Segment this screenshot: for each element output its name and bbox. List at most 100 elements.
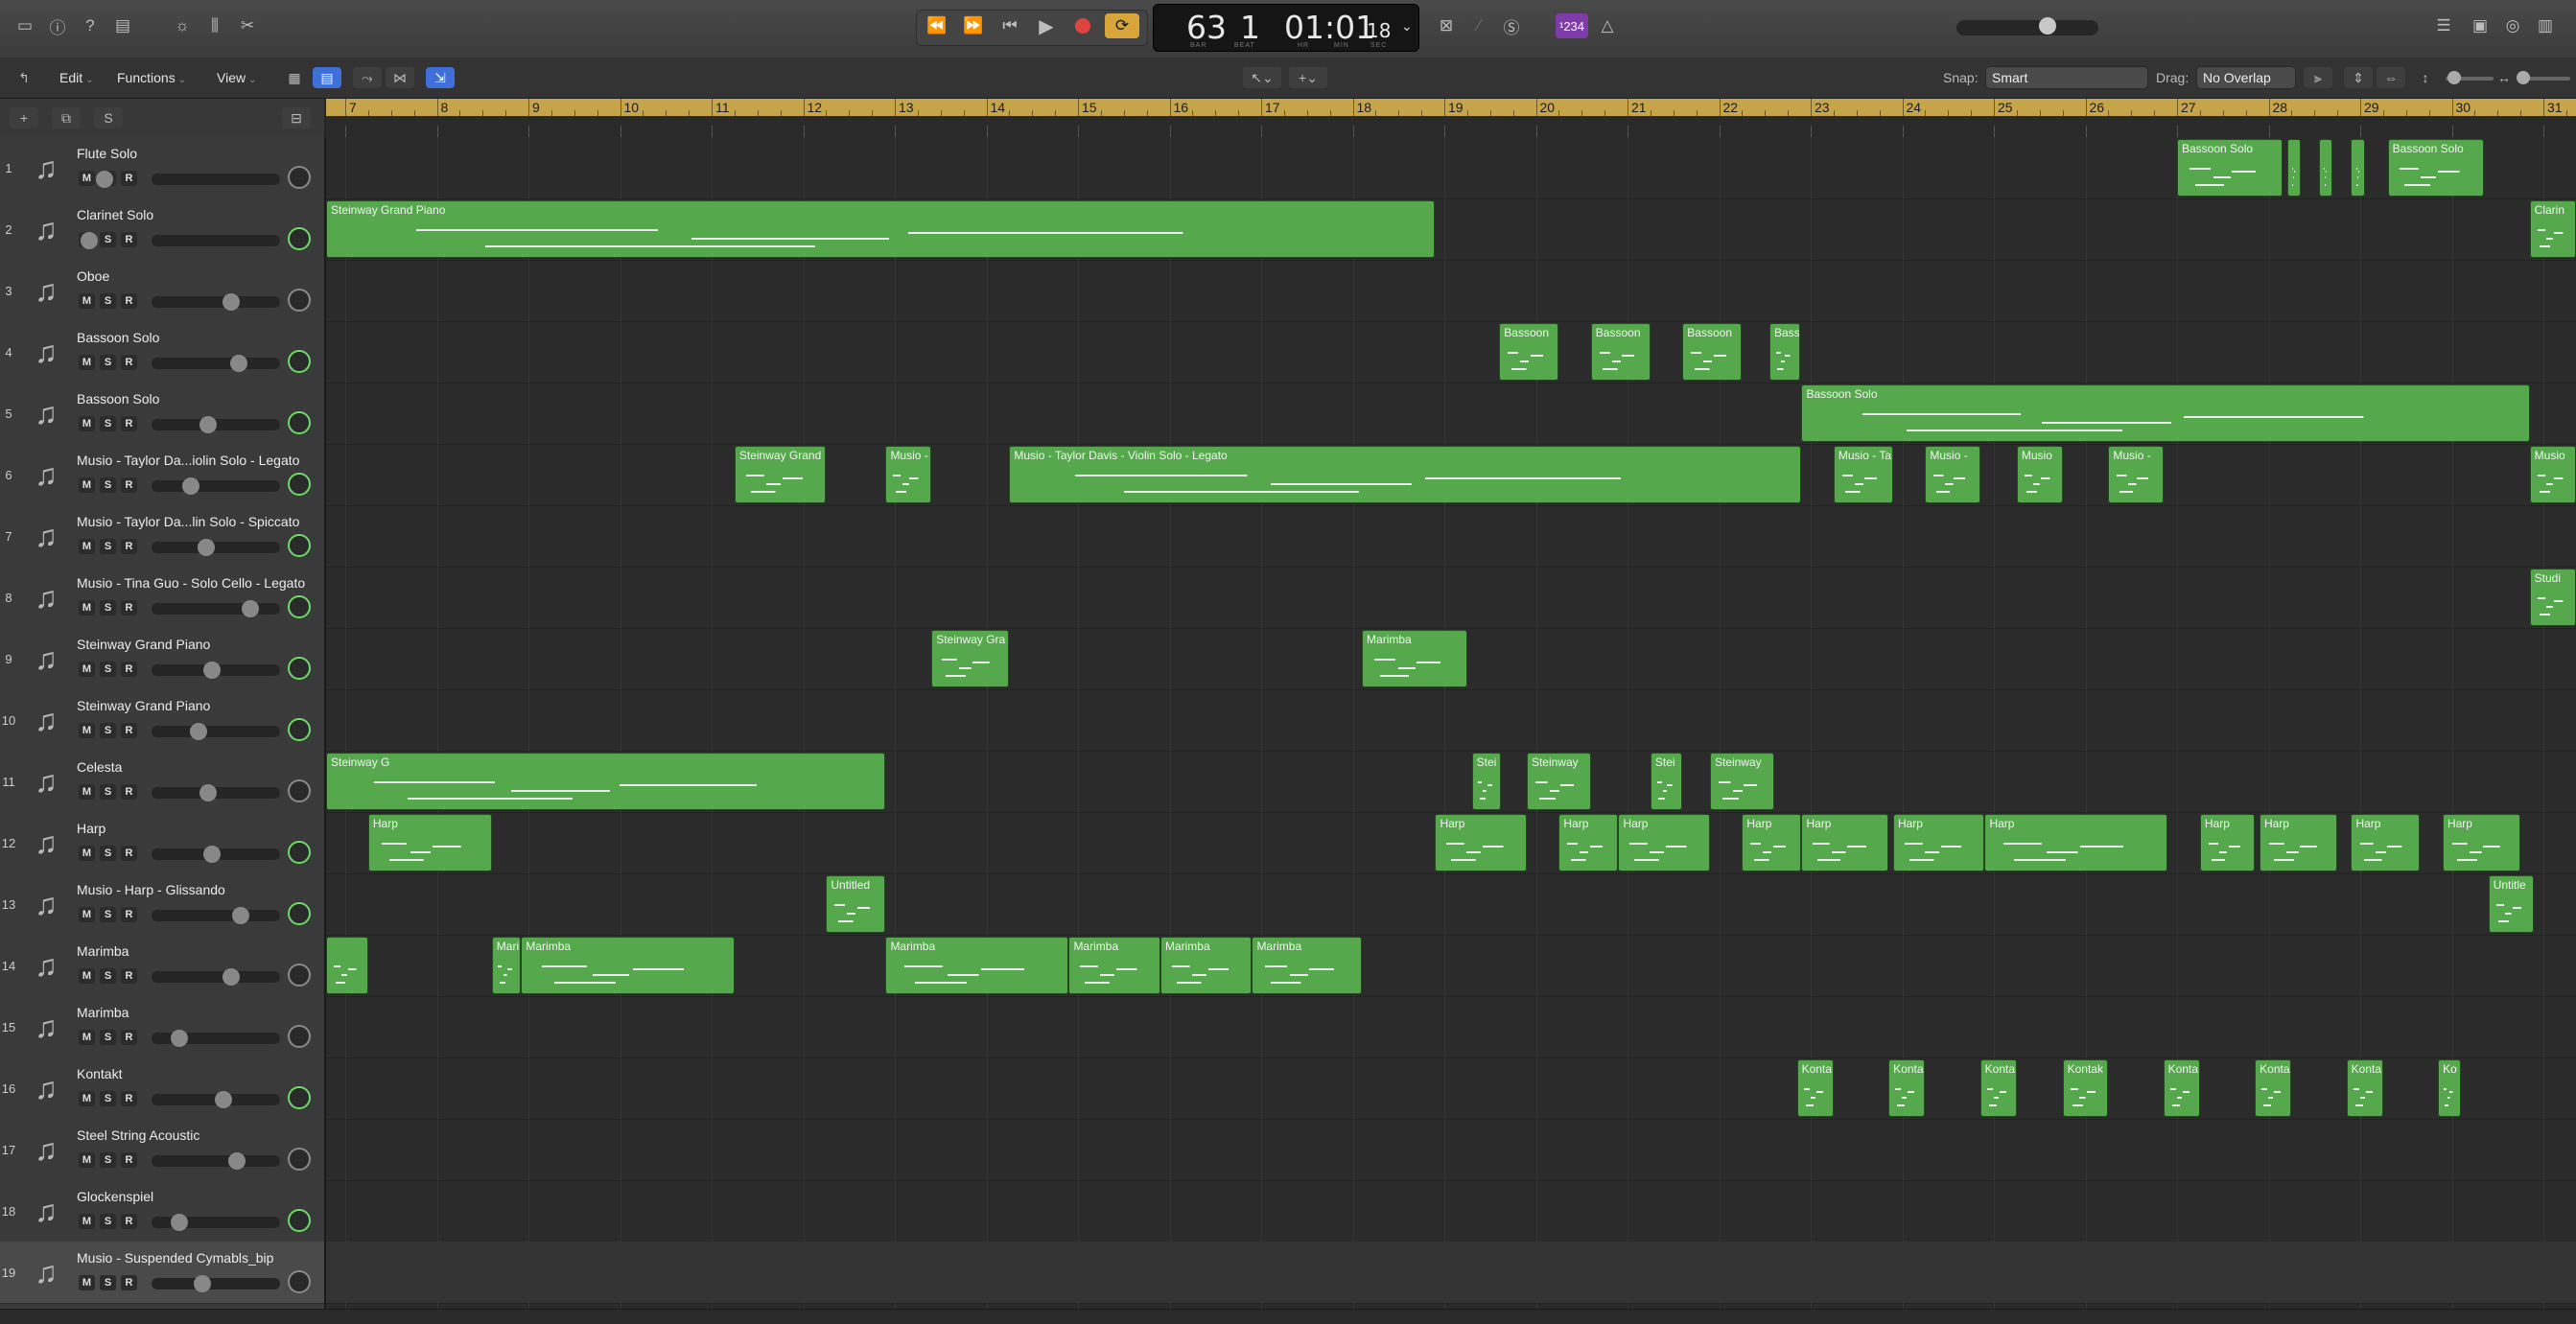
flex-icon[interactable]: ⋈: [386, 67, 414, 88]
solo-button[interactable]: S: [100, 477, 116, 493]
bar-ruler[interactable]: 7 8 9 10 11 12 13 14 15 16 17 18 19 20 21 22 23 24 25 26 27 2…: [326, 99, 2576, 117]
volume-knob[interactable]: [171, 1214, 188, 1231]
record-button[interactable]: [1066, 13, 1099, 38]
volume-knob[interactable]: [222, 293, 240, 311]
mute-button[interactable]: M: [79, 416, 95, 431]
pan-knob[interactable]: [288, 902, 311, 925]
record-enable-button[interactable]: R: [121, 600, 137, 616]
midi-region[interactable]: Konta: [2255, 1059, 2292, 1117]
lcd-chevron-down-icon[interactable]: ⌄: [1401, 18, 1413, 35]
mixer-icon[interactable]: ⫼: [201, 13, 228, 38]
list-editors-icon[interactable]: ☰: [2430, 13, 2457, 38]
midi-region[interactable]: Kontak: [2062, 1059, 2109, 1117]
midi-region[interactable]: [2351, 139, 2365, 197]
track-header[interactable]: 14 ♫ Marimba M S R: [0, 935, 324, 997]
volume-slider[interactable]: [152, 296, 280, 308]
volume-knob[interactable]: [222, 968, 240, 986]
solo-button[interactable]: S: [100, 539, 116, 554]
track-header[interactable]: 1 ♫ Flute Solo M S R: [0, 137, 324, 199]
midi-region[interactable]: Steinway G: [326, 753, 886, 810]
mute-button[interactable]: M: [79, 477, 95, 493]
midi-region[interactable]: Marimba: [521, 937, 735, 994]
track-header[interactable]: 9 ♫ Steinway Grand Piano M S R: [0, 628, 324, 690]
solo-button[interactable]: S: [100, 600, 116, 616]
play-icon[interactable]: ▶: [1030, 13, 1063, 38]
record-enable-button[interactable]: R: [121, 355, 137, 370]
mute-button[interactable]: M: [79, 355, 95, 370]
midi-region[interactable]: Musio -: [1925, 446, 1980, 503]
track-header[interactable]: 10 ♫ Steinway Grand Piano M S R: [0, 689, 324, 752]
track-header[interactable]: 18 ♫ Glockenspiel M S R: [0, 1180, 324, 1243]
midi-region[interactable]: Harp: [1618, 814, 1710, 871]
pan-knob[interactable]: [288, 964, 311, 987]
solo-button[interactable]: S: [100, 1091, 116, 1106]
drag-select[interactable]: No Overlap: [2196, 66, 2296, 89]
secondary-ruler[interactable]: [326, 116, 2576, 138]
record-enable-button[interactable]: R: [121, 846, 137, 861]
volume-knob[interactable]: [194, 1275, 211, 1292]
solo-button[interactable]: S: [100, 784, 116, 800]
mute-button[interactable]: M: [79, 1152, 95, 1168]
track-lane[interactable]: [326, 1119, 2576, 1181]
midi-region[interactable]: Harp: [1801, 814, 1889, 871]
midi-region[interactable]: Bassoon Solo: [1801, 384, 2530, 442]
midi-region[interactable]: Harp: [1984, 814, 2168, 871]
midi-region[interactable]: Musio - Ta: [1833, 446, 1893, 503]
solo-icon[interactable]: Ⓢ: [1498, 13, 1525, 38]
track-name[interactable]: Clarinet Solo: [77, 207, 153, 222]
edit-menu[interactable]: Edit ⌄: [59, 70, 94, 85]
volume-slider[interactable]: [152, 1278, 280, 1289]
volume-knob[interactable]: [81, 232, 98, 249]
track-header[interactable]: 8 ♫ Musio - Tina Guo - Solo Cello - Lega…: [0, 567, 324, 629]
solo-button[interactable]: S: [100, 1275, 116, 1290]
mute-button[interactable]: M: [79, 171, 95, 186]
track-header[interactable]: 6 ♫ Musio - Taylor Da...iolin Solo - Leg…: [0, 444, 324, 506]
pan-knob[interactable]: [288, 595, 311, 618]
volume-knob[interactable]: [171, 1030, 188, 1047]
list-view-icon[interactable]: ▤: [313, 67, 341, 88]
volume-knob[interactable]: [182, 477, 199, 495]
record-enable-button[interactable]: R: [121, 232, 137, 247]
midi-region[interactable]: Stei: [1471, 753, 1502, 810]
midi-region[interactable]: Musio - Taylor Davis - Violin Solo - Leg…: [1009, 446, 1802, 503]
record-enable-button[interactable]: R: [121, 293, 137, 309]
bottom-scroll-area[interactable]: [0, 1309, 2576, 1324]
pan-knob[interactable]: [288, 1209, 311, 1232]
solo-button[interactable]: S: [100, 232, 116, 247]
mute-button[interactable]: M: [79, 723, 95, 738]
volume-slider[interactable]: [152, 235, 280, 246]
track-lane[interactable]: [326, 1057, 2576, 1120]
solo-button[interactable]: S: [100, 968, 116, 984]
track-name[interactable]: Musio - Taylor Da...iolin Solo - Legato: [77, 453, 299, 468]
midi-region[interactable]: Mari: [491, 937, 522, 994]
track-name[interactable]: Steinway Grand Piano: [77, 637, 210, 652]
track-lane[interactable]: [326, 567, 2576, 629]
track-name[interactable]: Steinway Grand Piano: [77, 698, 210, 713]
pointer-tool-icon[interactable]: ↖⌄: [1243, 67, 1281, 88]
vertical-zoom-knob[interactable]: [2447, 71, 2461, 84]
solo-button[interactable]: S: [100, 1214, 116, 1229]
waveform-zoom-icon[interactable]: ⫸: [2304, 67, 2332, 88]
editors-icon[interactable]: ✂: [234, 13, 261, 38]
help-icon[interactable]: ?: [77, 13, 104, 38]
volume-knob[interactable]: [190, 723, 207, 740]
track-name[interactable]: Marimba: [77, 943, 129, 959]
track-name[interactable]: Musio - Suspended Cymabls_bip: [77, 1250, 273, 1266]
midi-region[interactable]: Harp: [2351, 814, 2421, 871]
record-enable-button[interactable]: R: [121, 1152, 137, 1168]
metronome-icon[interactable]: △: [1594, 13, 1621, 38]
track-header[interactable]: 7 ♫ Musio - Taylor Da...lin Solo - Spicc…: [0, 505, 324, 568]
record-enable-button[interactable]: R: [121, 477, 137, 493]
track-lane[interactable]: [326, 996, 2576, 1058]
mute-button[interactable]: M: [79, 907, 95, 922]
record-enable-button[interactable]: R: [121, 416, 137, 431]
track-header[interactable]: 5 ♫ Bassoon Solo M S R: [0, 383, 324, 445]
horizontal-zoom-knob[interactable]: [2517, 71, 2530, 84]
solo-button[interactable]: S: [100, 1152, 116, 1168]
record-enable-button[interactable]: R: [121, 784, 137, 800]
fast-forward-icon[interactable]: ⏩: [957, 13, 990, 38]
midi-region[interactable]: Harp: [1435, 814, 1527, 871]
midi-region[interactable]: Harp: [2259, 814, 2338, 871]
midi-region[interactable]: Studi: [2529, 569, 2576, 626]
track-lane[interactable]: [326, 321, 2576, 383]
